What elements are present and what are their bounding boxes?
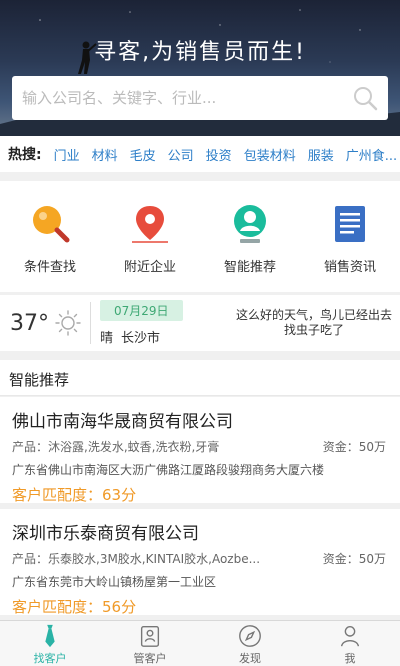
feature-sales-news[interactable]: 销售资讯 bbox=[300, 181, 400, 292]
company-name: 佛山市南海华晟商贸有限公司 bbox=[12, 412, 233, 432]
feature-label: 条件查找 bbox=[23, 260, 76, 275]
feature-condition-search[interactable]: 条件查找 bbox=[0, 181, 100, 292]
search-bar[interactable] bbox=[12, 76, 388, 120]
feature-nearby-companies[interactable]: 附近企业 bbox=[100, 181, 200, 292]
hot-tag-1[interactable]: 材料 bbox=[92, 145, 118, 164]
recommend-section-title: 智能推荐 bbox=[0, 360, 400, 396]
weather-message: 这么好的天气，鸟儿已经出去找虫子吃了 bbox=[235, 308, 392, 337]
hot-tag-6[interactable]: 服装 bbox=[308, 145, 334, 164]
feature-label: 智能推荐 bbox=[223, 260, 276, 275]
news-document-icon bbox=[335, 206, 365, 242]
weather-bar: 37° 07月29日 晴长沙市 这么好的天气，鸟儿已经出去找虫子吃了 bbox=[0, 295, 400, 351]
match-score: 客户匹配度：63分 bbox=[12, 486, 137, 504]
tab-label: 我 bbox=[344, 652, 356, 665]
weather-details: 07月29日 晴长沙市 bbox=[100, 300, 220, 346]
sunny-icon bbox=[55, 310, 81, 336]
hot-tag-5[interactable]: 包装材料 bbox=[244, 145, 296, 164]
company-card[interactable]: 深圳市乐泰商贸有限公司 产品：乐泰胶水,3M胶水,KINTAI胶水,Aozbe.… bbox=[0, 509, 400, 616]
company-address: 广东省东莞市大岭山镇杨屋第一工业区 bbox=[12, 575, 217, 589]
hot-tag-4[interactable]: 投资 bbox=[206, 145, 232, 164]
feature-smart-recommend[interactable]: 智能推荐 bbox=[200, 181, 300, 292]
company-capital: 资金：50万 bbox=[322, 440, 386, 454]
bottom-tab-bar: 找客户 管客户 发现 我 bbox=[0, 620, 400, 666]
tie-icon bbox=[45, 624, 55, 648]
company-info-row: 产品：沐浴露,洗发水,蚊香,洗衣粉,牙膏 资金：50万 bbox=[12, 438, 386, 455]
hot-tag-0[interactable]: 门业 bbox=[54, 145, 80, 164]
company-info-row: 产品：乐泰胶水,3M胶水,KINTAI胶水,Aozbe... 资金：50万 bbox=[12, 550, 386, 567]
tab-find-customers[interactable]: 找客户 bbox=[0, 621, 100, 666]
company-card[interactable]: 佛山市南海华晟商贸有限公司 产品：沐浴露,洗发水,蚊香,洗衣粉,牙膏 资金：50… bbox=[0, 397, 400, 504]
feature-label: 销售资讯 bbox=[323, 260, 376, 275]
tab-discover[interactable]: 发现 bbox=[200, 621, 300, 666]
feature-grid: 条件查找 附近企业 智能推荐 销售资讯 bbox=[0, 181, 400, 292]
hot-tag-2[interactable]: 毛皮 bbox=[130, 145, 156, 164]
hero-banner: 寻客,为销售员而生! bbox=[0, 0, 400, 136]
contacts-icon bbox=[140, 626, 160, 647]
company-capital: 资金：50万 bbox=[322, 552, 386, 566]
company-name: 深圳市乐泰商贸有限公司 bbox=[12, 524, 199, 544]
match-score: 客户匹配度：56分 bbox=[12, 598, 137, 616]
tab-label: 管客户 bbox=[133, 652, 167, 665]
company-address: 广东省佛山市南海区大沥广佛路江厦路段骏翔商务大厦六楼 bbox=[12, 463, 325, 477]
weather-condition: 晴长沙市 bbox=[100, 327, 220, 346]
search-input[interactable] bbox=[12, 76, 350, 120]
hot-tag-3[interactable]: 公司 bbox=[168, 145, 194, 164]
hot-tag-7[interactable]: 广州食... bbox=[346, 145, 397, 164]
search-icon[interactable] bbox=[350, 83, 380, 113]
date-badge: 07月29日 bbox=[100, 300, 183, 321]
tab-me[interactable]: 我 bbox=[300, 621, 400, 666]
temperature: 37° bbox=[10, 310, 49, 336]
tab-label: 找客户 bbox=[33, 652, 67, 665]
person-icon bbox=[340, 626, 360, 647]
magnifier-icon bbox=[33, 206, 70, 243]
hot-search-label: 热搜: bbox=[8, 147, 42, 163]
condition-text: 晴 bbox=[100, 331, 114, 346]
company-products: 产品：沐浴露,洗发水,蚊香,洗衣粉,牙膏 bbox=[12, 440, 220, 454]
tab-label: 发现 bbox=[239, 652, 261, 665]
hero-title: 寻客,为销售员而生! bbox=[94, 40, 306, 65]
tab-manage-customers[interactable]: 管客户 bbox=[100, 621, 200, 666]
feature-label: 附近企业 bbox=[123, 260, 176, 275]
hot-search-bar: 热搜: 门业 材料 毛皮 公司 投资 包装材料 服装 广州食... bbox=[0, 136, 400, 172]
city-text: 长沙市 bbox=[121, 331, 161, 346]
compass-icon bbox=[239, 625, 261, 647]
user-recommend-icon bbox=[234, 205, 266, 243]
company-products: 产品：乐泰胶水,3M胶水,KINTAI胶水,Aozbe... bbox=[12, 552, 261, 566]
weather-divider bbox=[90, 302, 91, 344]
location-pin-icon bbox=[132, 206, 168, 243]
